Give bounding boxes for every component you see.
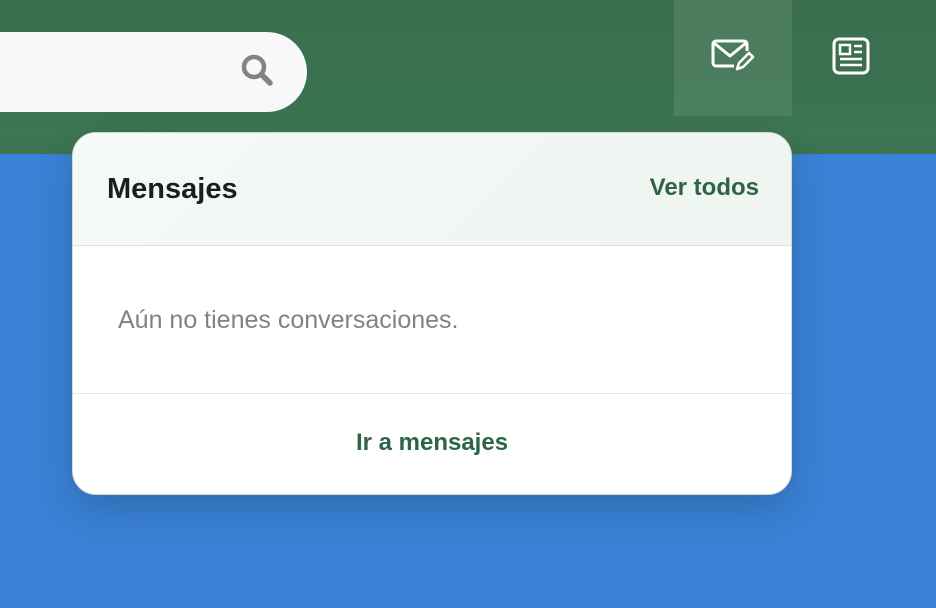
news-nav-button[interactable] [792,0,910,116]
search-icon [240,53,274,92]
see-all-link[interactable]: Ver todos [650,174,759,202]
mail-edit-icon [710,37,756,80]
messages-nav-button[interactable] [674,0,792,116]
go-to-messages-link[interactable]: Ir a mensajes [73,394,791,494]
go-to-messages-label: Ir a mensajes [355,429,509,456]
empty-state-text: Aún no tienes conversaciones. [118,306,459,334]
popover-title: Mensajes [107,173,238,205]
popover-header: Mensajes Ver todos [73,133,791,246]
messages-popover: Mensajes Ver todos Aún no tienes convers… [72,132,792,495]
search-button[interactable] [236,51,278,93]
newspaper-icon [831,36,871,81]
popover-body: Aún no tienes conversaciones. [73,246,791,394]
